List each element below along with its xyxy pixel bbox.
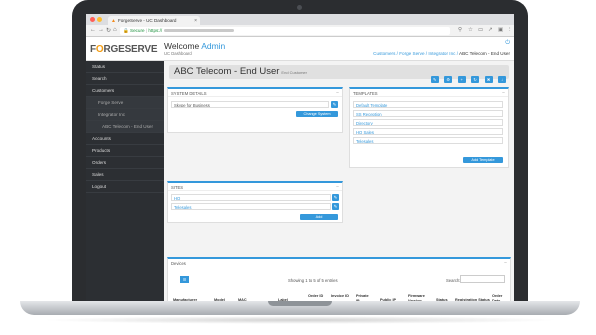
search-label: Search: [446, 278, 461, 283]
dashboard-subtitle: UC Dashboard [164, 51, 192, 56]
templates-panel: Templates − Default Template SS Receptio… [349, 87, 509, 168]
site-action-icon[interactable]: ✎ [332, 203, 339, 210]
home-icon[interactable]: ⌂ [113, 27, 117, 33]
page-title: ABC Telecom - End User End Customer [174, 66, 307, 77]
sites-panel: Sites − HQ ✎ Telesales ✎ Add [167, 181, 343, 223]
system-details-panel: System Details − Skype for Business ✎ Ch… [167, 87, 343, 133]
column-toggle-button[interactable]: ☰ [180, 276, 189, 283]
breadcrumb-current: ABC Telecom - End User [459, 51, 510, 56]
collapse-icon[interactable]: − [336, 184, 339, 190]
sidebar-item-abc-telecom[interactable]: ABC Telecom - End User [86, 121, 164, 133]
refresh-icon[interactable]: ↻ [471, 76, 480, 83]
url-field[interactable]: 🔒 Secure | https:// [120, 27, 450, 35]
laptop-shadow [40, 316, 560, 324]
plus-icon[interactable]: + [457, 76, 466, 83]
laptop-notch [268, 301, 332, 306]
menu-dots-icon[interactable]: ⋮ [507, 27, 513, 33]
sidebar-item-integrator[interactable]: Integrator Inc [86, 109, 164, 121]
sidebar-item-logout[interactable]: Logout [86, 181, 164, 193]
add-template-button[interactable]: Add Template [463, 157, 503, 163]
gear-icon[interactable]: ⚙ [444, 76, 453, 83]
panel-header: Sites − [168, 183, 342, 191]
tab-close-icon[interactable]: × [194, 18, 197, 24]
sidebar-item-sales[interactable]: Sales [86, 169, 164, 181]
site-item[interactable]: Telesales [171, 203, 331, 210]
breadcrumb-forge-serve[interactable]: Forge Serve [399, 51, 424, 56]
collapse-icon[interactable]: − [336, 90, 339, 96]
page-title-bar: ABC Telecom - End User End Customer ✎ ⚙ +… [169, 65, 509, 83]
breadcrumb-integrator[interactable]: Integrator Inc [428, 51, 455, 56]
title-toolbar: ✎ ⚙ + ↻ ✖ ↓ [430, 68, 506, 86]
template-item[interactable]: Default Template [353, 101, 503, 108]
warning-favicon-icon: ▲ [111, 18, 116, 24]
tab-title: ForgeServe - UC Dashboard [118, 18, 177, 23]
star-icon[interactable]: ☆ [468, 27, 473, 33]
devices-panel: Devices − ☰ Showing 1 to 5 of 5 entries … [167, 257, 511, 304]
minimize-window-icon[interactable] [97, 17, 102, 22]
browser-tab[interactable]: ▲ ForgeServe - UC Dashboard × [108, 16, 200, 25]
entries-count: Showing 1 to 5 of 5 entries [288, 278, 338, 283]
sidebar-item-products[interactable]: Products [86, 145, 164, 157]
main-content: ABC Telecom - End User End Customer ✎ ⚙ +… [164, 61, 514, 304]
col-order-id[interactable]: Order ID [308, 294, 324, 299]
site-action-icon[interactable]: ✎ [332, 194, 339, 201]
col-invoice-id[interactable]: Invoice ID [331, 294, 349, 299]
add-site-button[interactable]: Add [300, 214, 338, 220]
close-window-icon[interactable] [90, 17, 95, 22]
browser-tab-bar: ▲ ForgeServe - UC Dashboard × [86, 14, 514, 25]
extension-icon-2[interactable]: ▣ [498, 27, 503, 33]
panel-header: Templates − [350, 89, 508, 97]
laptop-mockup: ▲ ForgeServe - UC Dashboard × ← → ↻ ⌂ 🔒 … [0, 0, 596, 335]
app-header: FORGESERVE Welcome Admin UC Dashboard ⏻ … [86, 37, 514, 61]
sidebar-item-orders[interactable]: Orders [86, 157, 164, 169]
breadcrumb-customers[interactable]: Customers [373, 51, 395, 56]
template-item[interactable]: HQ Sales [353, 128, 503, 135]
site-item[interactable]: HQ [171, 194, 331, 201]
devices-header: Devices [171, 261, 186, 266]
search-input[interactable] [460, 275, 505, 283]
system-field: Skype for Business [171, 101, 329, 108]
template-item[interactable]: Telesales [353, 137, 503, 144]
sidebar-item-status[interactable]: Status [86, 61, 164, 73]
template-item[interactable]: SS Reception [353, 110, 503, 117]
laptop-screen: ▲ ForgeServe - UC Dashboard × ← → ↻ ⌂ 🔒 … [86, 14, 514, 304]
sidebar-item-forge-serve[interactable]: Forge Serve [86, 97, 164, 109]
zoom-icon[interactable]: ⚲ [458, 27, 462, 33]
panel-header: System Details − [168, 89, 342, 97]
back-arrow-icon[interactable]: ← [90, 27, 96, 33]
blurred-url [164, 29, 235, 33]
trash-icon[interactable]: ✖ [484, 76, 493, 83]
browser-address-bar: ← → ↻ ⌂ 🔒 Secure | https:// ⚲ ☆ ▭ ↗ ▣ ⋮ [86, 25, 514, 37]
extension-icon[interactable]: ↗ [488, 27, 493, 33]
collapse-icon[interactable]: − [504, 260, 507, 266]
download-icon[interactable]: ↓ [498, 76, 506, 83]
sidebar-item-accounts[interactable]: Accounts [86, 133, 164, 145]
camera-dot [297, 5, 302, 10]
welcome-heading: Welcome Admin [164, 41, 226, 51]
sidebar: Status Search Customers Forge Serve Inte… [86, 61, 164, 304]
edit-system-icon[interactable]: ✎ [331, 101, 338, 108]
lock-icon: 🔒 [123, 28, 129, 33]
laptop-lid: ▲ ForgeServe - UC Dashboard × ← → ↻ ⌂ 🔒 … [72, 0, 528, 312]
breadcrumb: Customers / Forge Serve / Integrator Inc… [373, 51, 510, 56]
secure-label: Secure [130, 28, 145, 33]
edit-icon[interactable]: ✎ [430, 76, 439, 83]
page-subtitle: End Customer [281, 70, 307, 75]
forgeserve-logo[interactable]: FORGESERVE [90, 44, 158, 55]
url-prefix: https:// [148, 28, 163, 33]
template-item[interactable]: Directory [353, 119, 503, 126]
change-system-button[interactable]: Change System [296, 111, 338, 117]
forward-arrow-icon[interactable]: → [98, 27, 104, 33]
cast-icon[interactable]: ▭ [478, 27, 483, 33]
sidebar-item-search[interactable]: Search [86, 73, 164, 85]
user-name[interactable]: Admin [201, 41, 225, 51]
sidebar-item-customers[interactable]: Customers [86, 85, 164, 97]
collapse-icon[interactable]: − [502, 90, 505, 96]
power-icon[interactable]: ⏻ [505, 40, 510, 47]
reload-icon[interactable]: ↻ [106, 27, 111, 34]
